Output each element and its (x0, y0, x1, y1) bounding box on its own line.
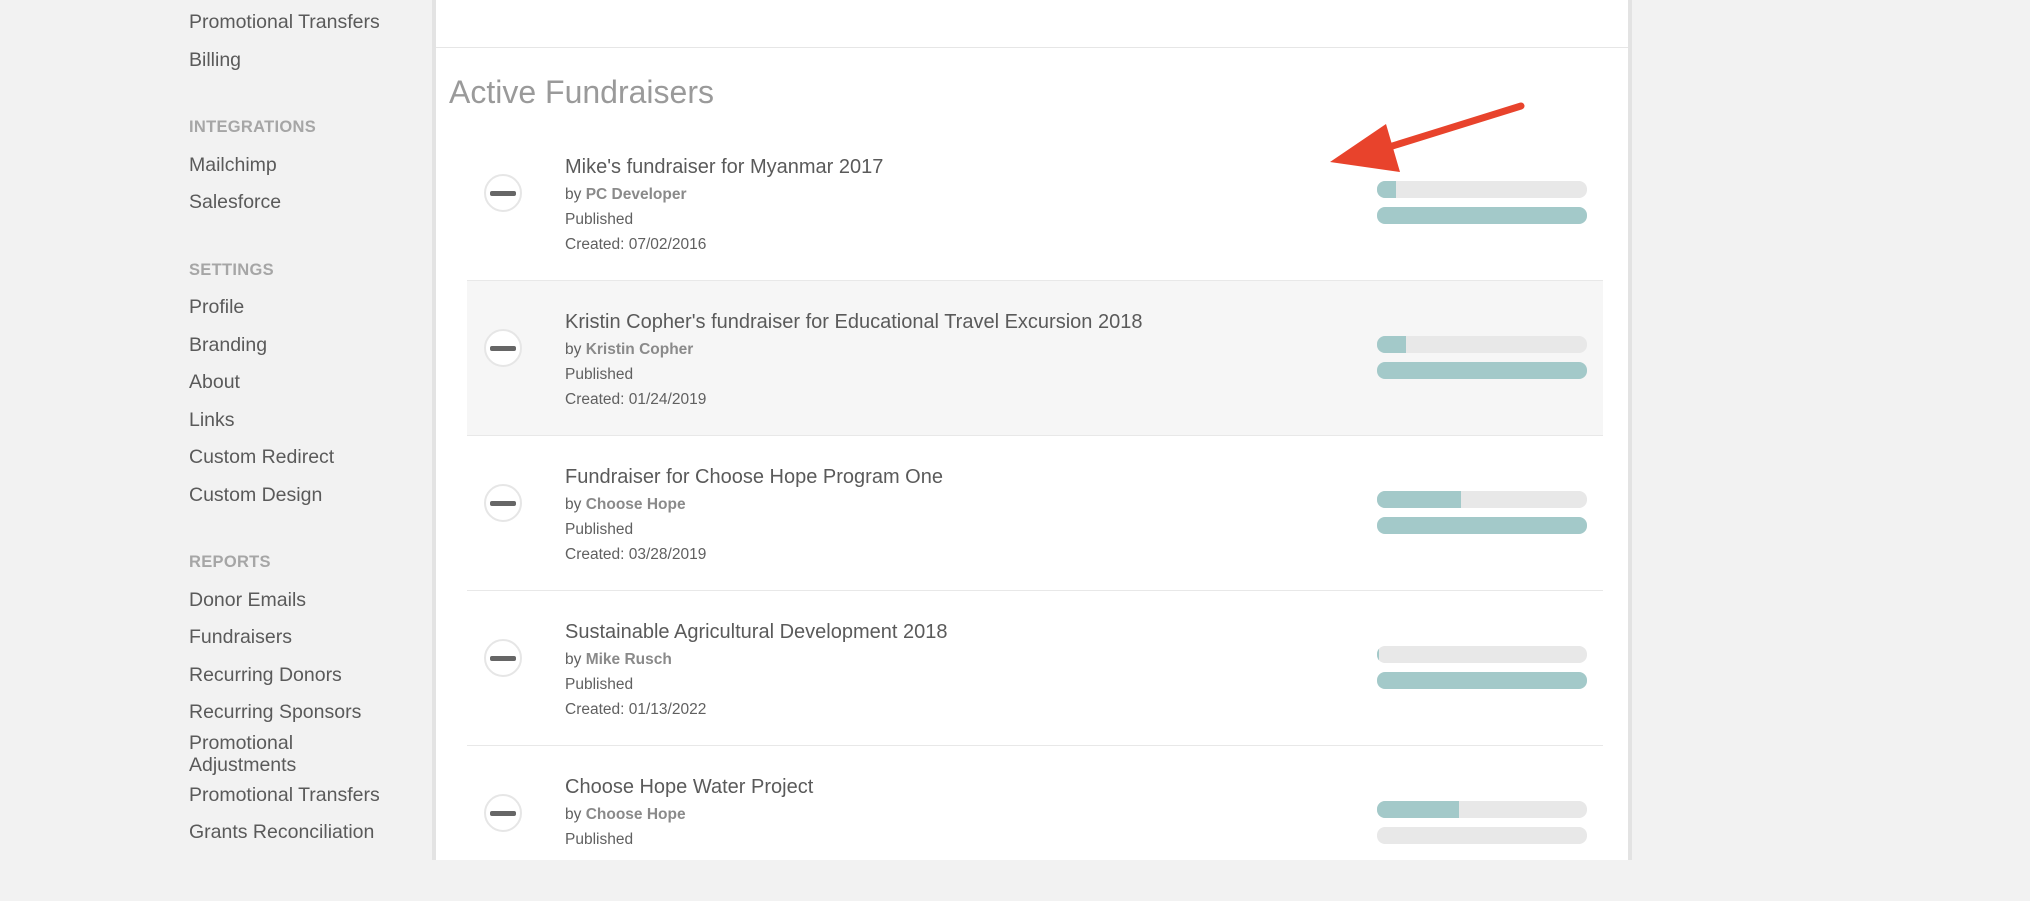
fundraiser-status: Published (565, 676, 634, 693)
sidebar-item-promotional-transfers[interactable]: Promotional Transfers (189, 11, 380, 33)
section-title: Active Fundraisers (449, 74, 714, 110)
sidebar-item-custom-redirect[interactable]: Custom Redirect (189, 446, 334, 468)
progress-bar (1377, 336, 1587, 353)
fundraiser-status: Published (565, 211, 634, 228)
divider (436, 47, 1628, 48)
progress-bar-fill (1377, 491, 1461, 508)
secondary-bar (1377, 207, 1587, 224)
progress-bar (1377, 646, 1587, 663)
fundraiser-row[interactable]: Kristin Copher's fundraiser for Educatio… (467, 281, 1603, 436)
fundraiser-author: by Kristin Copher (565, 341, 693, 359)
progress-bar (1377, 491, 1587, 508)
progress-bar-fill (1377, 646, 1380, 663)
progress-bar (1377, 801, 1587, 818)
sidebar-item-promotional-transfers-report[interactable]: Promotional Transfers (189, 784, 380, 806)
fundraiser-logo-icon (484, 794, 522, 832)
progress-bar-fill (1377, 181, 1396, 198)
fundraiser-created: Created: 01/13/2022 (565, 701, 707, 718)
annotation-arrow-icon (1330, 102, 1525, 172)
sidebar-heading-reports: REPORTS (189, 553, 271, 571)
sidebar-item-recurring-donors[interactable]: Recurring Donors (189, 664, 342, 686)
sidebar-item-grants-reconciliation[interactable]: Grants Reconciliation (189, 821, 374, 843)
sidebar-item-profile[interactable]: Profile (189, 296, 244, 318)
secondary-bar-fill (1377, 672, 1587, 689)
fundraiser-row[interactable]: Sustainable Agricultural Development 201… (467, 591, 1603, 746)
sidebar-item-donor-emails[interactable]: Donor Emails (189, 589, 306, 611)
fundraiser-status: Published (565, 366, 634, 383)
sidebar-item-mailchimp[interactable]: Mailchimp (189, 154, 277, 176)
fundraiser-created: Created: 07/02/2016 (565, 236, 707, 253)
author-name: Mike Rusch (585, 651, 672, 668)
by-prefix: by (565, 341, 582, 358)
fundraiser-author: by Choose Hope (565, 806, 686, 824)
fundraiser-author: by Choose Hope (565, 496, 686, 514)
sidebar-heading-integrations: INTEGRATIONS (189, 118, 317, 136)
sidebar-item-custom-design[interactable]: Custom Design (189, 484, 322, 506)
main-panel: Active Fundraisers Mike's fundraiser for… (432, 0, 1632, 860)
fundraiser-row[interactable]: Choose Hope Water Project by Choose Hope… (467, 746, 1603, 901)
secondary-bar-fill (1377, 362, 1587, 379)
fundraiser-logo-icon (484, 484, 522, 522)
fundraiser-logo-icon (484, 174, 522, 212)
secondary-bar-fill (1377, 517, 1587, 534)
secondary-bar (1377, 827, 1587, 844)
author-name: PC Developer (585, 186, 687, 203)
progress-bar-fill (1377, 336, 1407, 353)
author-name: Choose Hope (585, 496, 686, 513)
secondary-bar (1377, 517, 1587, 534)
fundraiser-status: Published (565, 831, 634, 848)
fundraiser-title[interactable]: Mike's fundraiser for Myanmar 2017 (565, 156, 883, 179)
right-background (1632, 0, 2030, 860)
fundraiser-title[interactable]: Sustainable Agricultural Development 201… (565, 621, 947, 644)
fundraiser-logo-icon (484, 329, 522, 367)
sidebar: Promotional Transfers Billing INTEGRATIO… (0, 0, 432, 860)
fundraiser-logo-icon (484, 639, 522, 677)
fundraiser-title[interactable]: Choose Hope Water Project (565, 776, 813, 799)
fundraiser-title[interactable]: Fundraiser for Choose Hope Program One (565, 466, 943, 489)
fundraiser-created: Created: 03/28/2019 (565, 546, 707, 563)
sidebar-item-fundraisers[interactable]: Fundraisers (189, 626, 292, 648)
fundraiser-created: Created: 01/24/2019 (565, 391, 707, 408)
secondary-bar (1377, 672, 1587, 689)
fundraiser-author: by PC Developer (565, 186, 686, 204)
progress-bar (1377, 181, 1587, 198)
fundraiser-author: by Mike Rusch (565, 651, 672, 669)
by-prefix: by (565, 496, 582, 513)
fundraiser-row[interactable]: Fundraiser for Choose Hope Program One b… (467, 436, 1603, 591)
fundraiser-status: Published (565, 521, 634, 538)
sidebar-item-billing[interactable]: Billing (189, 49, 241, 71)
by-prefix: by (565, 651, 582, 668)
fundraiser-title[interactable]: Kristin Copher's fundraiser for Educatio… (565, 311, 1142, 334)
sidebar-item-branding[interactable]: Branding (189, 334, 267, 356)
author-name: Choose Hope (585, 806, 686, 823)
progress-bar-fill (1377, 801, 1459, 818)
secondary-bar-fill (1377, 207, 1587, 224)
sidebar-item-promotional-adjustments[interactable]: Promotional Adjustments (189, 732, 339, 776)
sidebar-heading-settings: SETTINGS (189, 261, 274, 279)
sidebar-item-salesforce[interactable]: Salesforce (189, 191, 281, 213)
sidebar-item-about[interactable]: About (189, 371, 240, 393)
sidebar-item-links[interactable]: Links (189, 409, 235, 431)
secondary-bar (1377, 362, 1587, 379)
sidebar-item-recurring-sponsors[interactable]: Recurring Sponsors (189, 701, 361, 723)
by-prefix: by (565, 186, 582, 203)
author-name: Kristin Copher (585, 341, 694, 358)
by-prefix: by (565, 806, 582, 823)
